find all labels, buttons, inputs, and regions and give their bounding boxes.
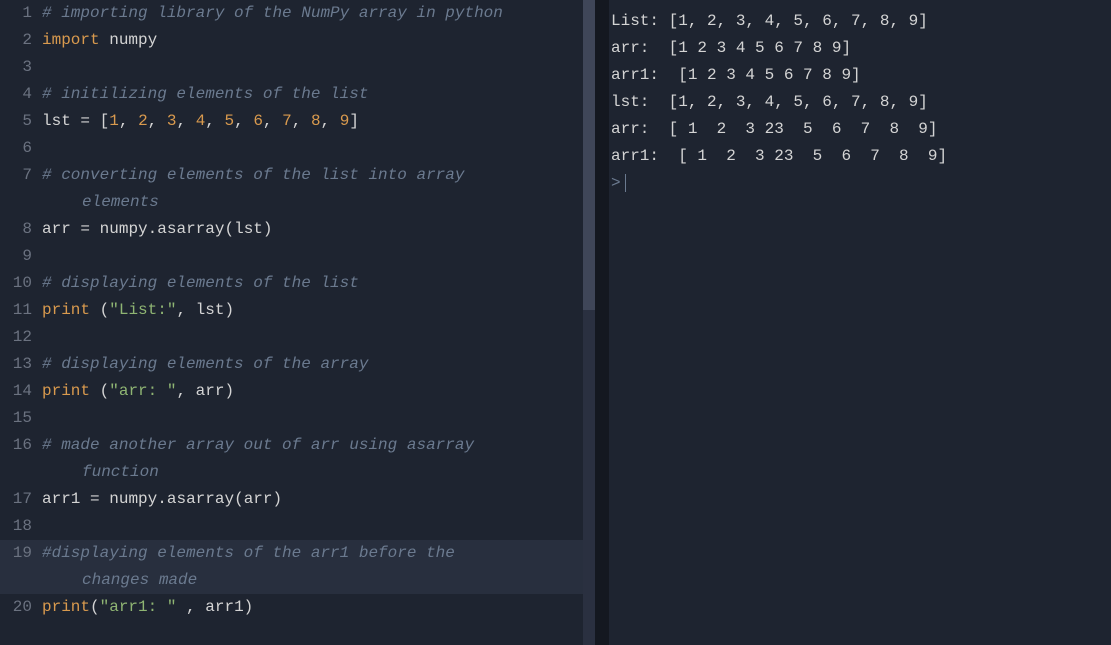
code-line-8[interactable]: 8arr = numpy.asarray(lst) xyxy=(0,216,595,243)
line-number: 16 xyxy=(0,432,42,459)
line-number: 3 xyxy=(0,54,42,81)
line-number: 17 xyxy=(0,486,42,513)
code-line-10[interactable]: 10# displaying elements of the list xyxy=(0,270,595,297)
line-number: 20 xyxy=(0,594,42,621)
cursor-icon xyxy=(625,174,626,192)
code-content[interactable]: # displaying elements of the list xyxy=(42,270,595,297)
code-line-18[interactable]: 18 xyxy=(0,513,595,540)
line-number: 12 xyxy=(0,324,42,351)
code-content[interactable]: arr1 = numpy.asarray(arr) xyxy=(42,486,595,513)
code-line-5[interactable]: 5lst = [1, 2, 3, 4, 5, 6, 7, 8, 9] xyxy=(0,108,595,135)
code-line-6[interactable]: 6 xyxy=(0,135,595,162)
editor-scrollbar[interactable] xyxy=(583,0,595,645)
code-line-1[interactable]: 1# importing library of the NumPy array … xyxy=(0,0,595,27)
code-line-20[interactable]: 20print("arr1: " , arr1) xyxy=(0,594,595,621)
output-line-3: arr1: [1 2 3 4 5 6 7 8 9] xyxy=(609,62,1111,89)
line-number: 18 xyxy=(0,513,42,540)
output-pane[interactable]: List: [1, 2, 3, 4, 5, 6, 7, 8, 9]arr: [1… xyxy=(609,0,1111,645)
code-line-9[interactable]: 9 xyxy=(0,243,595,270)
code-content[interactable]: # initilizing elements of the list xyxy=(42,81,595,108)
code-content[interactable]: # converting elements of the list into a… xyxy=(42,162,595,216)
code-line-4[interactable]: 4# initilizing elements of the list xyxy=(0,81,595,108)
code-line-19[interactable]: 19#displaying elements of the arr1 befor… xyxy=(0,540,595,594)
code-line-11[interactable]: 11print ("List:", lst) xyxy=(0,297,595,324)
repl-prompt[interactable]: > xyxy=(609,170,1111,197)
line-number: 2 xyxy=(0,27,42,54)
line-number: 14 xyxy=(0,378,42,405)
code-content[interactable]: # displaying elements of the array xyxy=(42,351,595,378)
pane-divider[interactable] xyxy=(595,0,609,645)
code-content[interactable]: print("arr1: " , arr1) xyxy=(42,594,595,621)
line-number: 9 xyxy=(0,243,42,270)
line-number: 8 xyxy=(0,216,42,243)
line-number: 15 xyxy=(0,405,42,432)
code-line-16[interactable]: 16# made another array out of arr using … xyxy=(0,432,595,486)
code-line-14[interactable]: 14print ("arr: ", arr) xyxy=(0,378,595,405)
code-content[interactable]: # made another array out of arr using as… xyxy=(42,432,595,486)
line-number: 6 xyxy=(0,135,42,162)
line-number: 4 xyxy=(0,81,42,108)
code-line-3[interactable]: 3 xyxy=(0,54,595,81)
output-line-1: List: [1, 2, 3, 4, 5, 6, 7, 8, 9] xyxy=(609,8,1111,35)
line-number: 11 xyxy=(0,297,42,324)
code-line-2[interactable]: 2import numpy xyxy=(0,27,595,54)
line-number: 10 xyxy=(0,270,42,297)
code-content[interactable]: #displaying elements of the arr1 before … xyxy=(42,540,595,594)
code-editor-pane[interactable]: 1# importing library of the NumPy array … xyxy=(0,0,595,645)
output-line-5: arr: [ 1 2 3 23 5 6 7 8 9] xyxy=(609,116,1111,143)
code-content[interactable]: print ("arr: ", arr) xyxy=(42,378,595,405)
output-line-4: lst: [1, 2, 3, 4, 5, 6, 7, 8, 9] xyxy=(609,89,1111,116)
code-content[interactable]: lst = [1, 2, 3, 4, 5, 6, 7, 8, 9] xyxy=(42,108,595,135)
line-number: 19 xyxy=(0,540,42,567)
code-content[interactable]: # importing library of the NumPy array i… xyxy=(42,0,595,27)
code-content[interactable]: print ("List:", lst) xyxy=(42,297,595,324)
code-content[interactable]: arr = numpy.asarray(lst) xyxy=(42,216,595,243)
line-number: 7 xyxy=(0,162,42,189)
code-line-7[interactable]: 7# converting elements of the list into … xyxy=(0,162,595,216)
line-number: 13 xyxy=(0,351,42,378)
code-line-15[interactable]: 15 xyxy=(0,405,595,432)
code-line-13[interactable]: 13# displaying elements of the array xyxy=(0,351,595,378)
line-number: 1 xyxy=(0,0,42,27)
scrollbar-thumb[interactable] xyxy=(583,0,595,310)
line-number: 5 xyxy=(0,108,42,135)
output-line-2: arr: [1 2 3 4 5 6 7 8 9] xyxy=(609,35,1111,62)
code-line-17[interactable]: 17arr1 = numpy.asarray(arr) xyxy=(0,486,595,513)
code-content[interactable]: import numpy xyxy=(42,27,595,54)
code-line-12[interactable]: 12 xyxy=(0,324,595,351)
output-line-6: arr1: [ 1 2 3 23 5 6 7 8 9] xyxy=(609,143,1111,170)
